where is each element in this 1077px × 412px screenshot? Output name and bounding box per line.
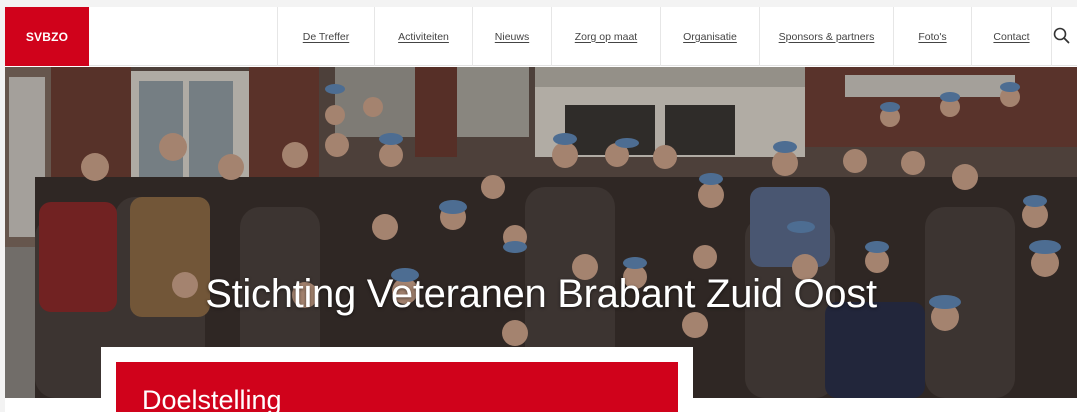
nav-item-zorg-op-maat[interactable]: Zorg op maat (551, 7, 660, 66)
logo-text: SVBZO (25, 29, 69, 44)
nav-item-de-treffer[interactable]: De Treffer (277, 7, 374, 66)
logo[interactable]: SVBZO (5, 7, 89, 66)
site-header: SVBZO De Treffer Activiteiten Nieuws Zor… (5, 7, 1077, 66)
search-icon[interactable] (1051, 25, 1073, 47)
section-title: Doelstelling (142, 385, 282, 412)
nav-item-activiteiten[interactable]: Activiteiten (374, 7, 472, 66)
nav-item-fotos[interactable]: Foto's (893, 7, 971, 66)
nav-item-contact[interactable]: Contact (971, 7, 1052, 66)
hero-title: Stichting Veteranen Brabant Zuid Oost (205, 272, 877, 316)
main-nav: De Treffer Activiteiten Nieuws Zorg op m… (277, 7, 1052, 66)
nav-item-sponsors-partners[interactable]: Sponsors & partners (759, 7, 893, 66)
nav-item-organisatie[interactable]: Organisatie (660, 7, 759, 66)
page: SVBZO De Treffer Activiteiten Nieuws Zor… (5, 7, 1077, 412)
nav-item-nieuws[interactable]: Nieuws (472, 7, 551, 66)
